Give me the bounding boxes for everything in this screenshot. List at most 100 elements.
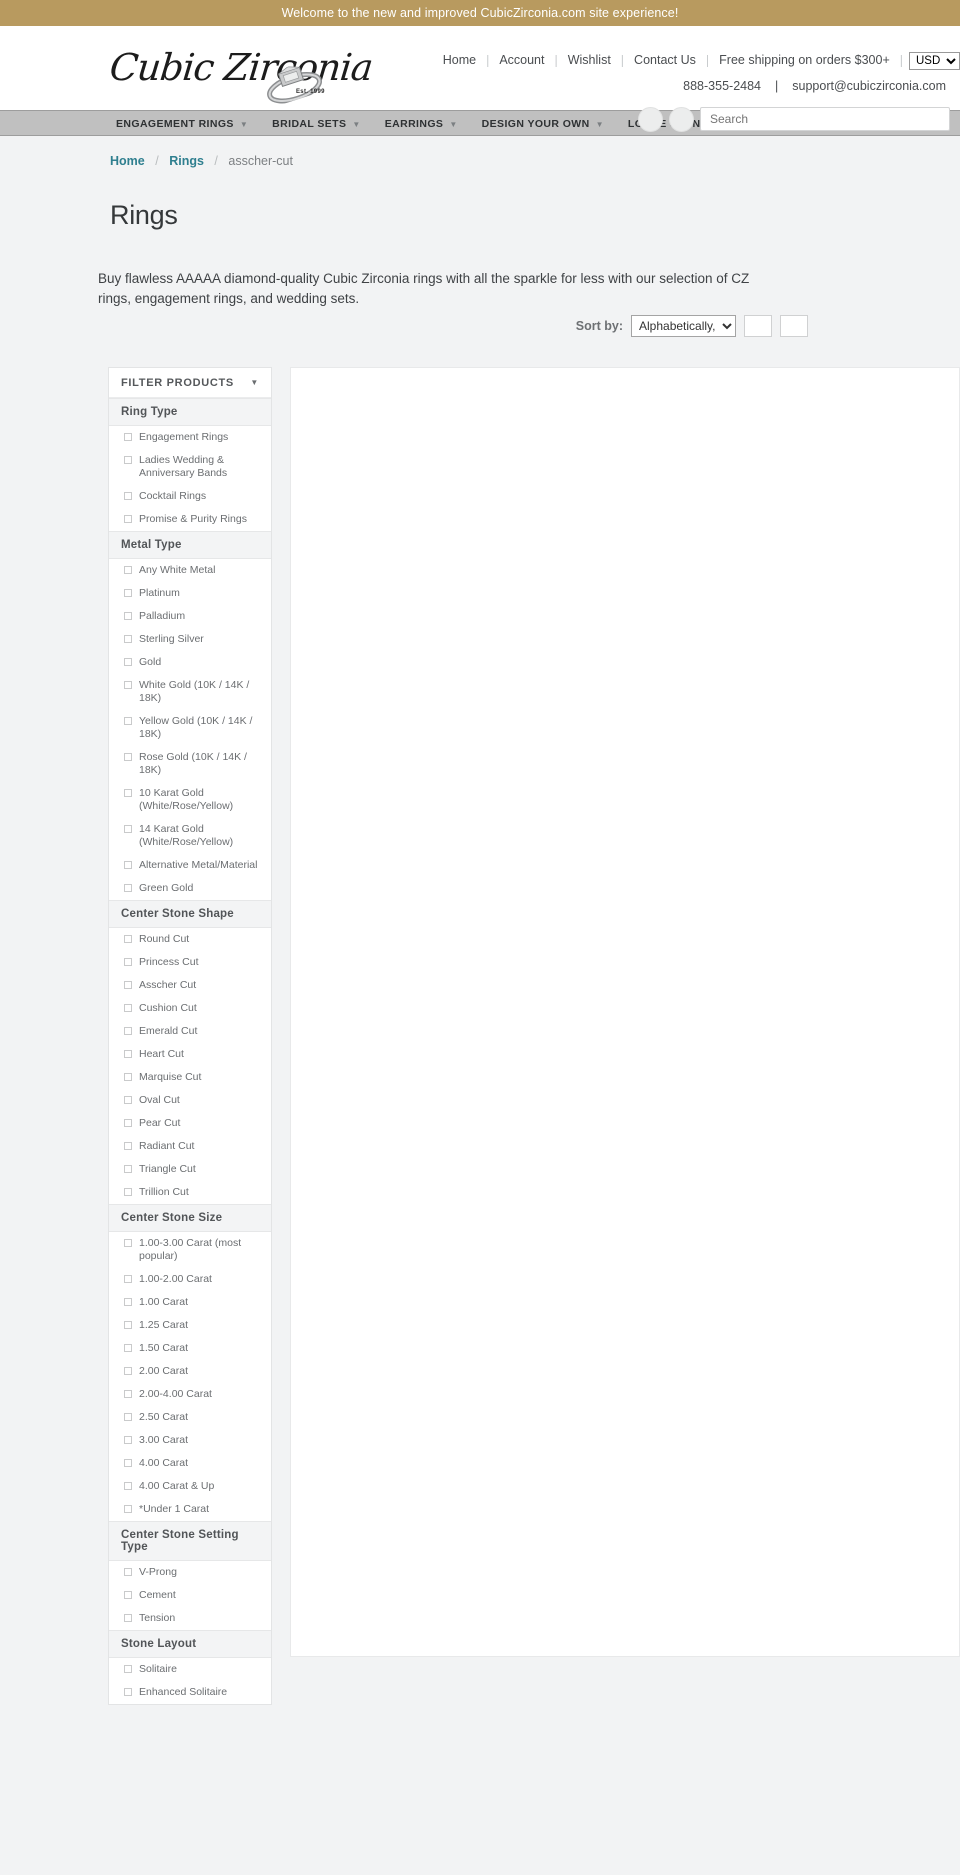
- view-list-button[interactable]: [780, 315, 808, 338]
- filter-option[interactable]: Cement: [109, 1584, 271, 1607]
- filter-option[interactable]: Asscher Cut: [109, 974, 271, 997]
- filter-option[interactable]: 4.00 Carat: [109, 1452, 271, 1475]
- checkbox-icon[interactable]: [124, 861, 132, 870]
- checkbox-icon[interactable]: [124, 1413, 132, 1422]
- filter-option[interactable]: *Under 1 Carat: [109, 1498, 271, 1521]
- checkbox-icon[interactable]: [124, 1591, 132, 1600]
- filter-option[interactable]: 2.50 Carat: [109, 1406, 271, 1429]
- search-input[interactable]: [700, 107, 950, 131]
- view-grid-button[interactable]: [744, 315, 772, 338]
- cart-icon[interactable]: [669, 107, 694, 132]
- filter-option[interactable]: Platinum: [109, 582, 271, 605]
- checkbox-icon[interactable]: [124, 1027, 132, 1036]
- email-link[interactable]: support@cubiczirconia.com: [778, 79, 960, 93]
- checkbox-icon[interactable]: [124, 433, 132, 442]
- checkbox-icon[interactable]: [124, 1096, 132, 1105]
- filter-option[interactable]: Triangle Cut: [109, 1158, 271, 1181]
- checkbox-icon[interactable]: [124, 1344, 132, 1353]
- filter-option[interactable]: 2.00-4.00 Carat: [109, 1383, 271, 1406]
- checkbox-icon[interactable]: [124, 681, 132, 690]
- filter-option[interactable]: 2.00 Carat: [109, 1360, 271, 1383]
- filter-option[interactable]: Oval Cut: [109, 1089, 271, 1112]
- checkbox-icon[interactable]: [124, 717, 132, 726]
- filter-option[interactable]: Sterling Silver: [109, 628, 271, 651]
- checkbox-icon[interactable]: [124, 753, 132, 762]
- filter-option[interactable]: 1.00-3.00 Carat (most popular): [109, 1232, 271, 1268]
- filter-option[interactable]: 1.25 Carat: [109, 1314, 271, 1337]
- filter-option[interactable]: Green Gold: [109, 877, 271, 900]
- sort-select[interactable]: Alphabetically, A-Z: [631, 315, 736, 338]
- filter-option[interactable]: Promise & Purity Rings: [109, 508, 271, 531]
- nav-item-earrings[interactable]: EARRINGS ▼: [385, 118, 482, 130]
- checkbox-icon[interactable]: [124, 1665, 132, 1674]
- filter-option[interactable]: Cocktail Rings: [109, 485, 271, 508]
- filter-option[interactable]: Trillion Cut: [109, 1181, 271, 1204]
- checkbox-icon[interactable]: [124, 789, 132, 798]
- filter-option[interactable]: Marquise Cut: [109, 1066, 271, 1089]
- checkbox-icon[interactable]: [124, 958, 132, 967]
- filter-option[interactable]: 14 Karat Gold (White/Rose/Yellow): [109, 818, 271, 854]
- currency-select[interactable]: USD: [909, 52, 960, 70]
- filter-products-header[interactable]: FILTER PRODUCTS ▼: [109, 368, 271, 399]
- checkbox-icon[interactable]: [124, 1004, 132, 1013]
- checkbox-icon[interactable]: [124, 935, 132, 944]
- checkbox-icon[interactable]: [124, 1505, 132, 1514]
- checkbox-icon[interactable]: [124, 1298, 132, 1307]
- checkbox-icon[interactable]: [124, 1165, 132, 1174]
- filter-option[interactable]: 1.00 Carat: [109, 1291, 271, 1314]
- filter-option[interactable]: Pear Cut: [109, 1112, 271, 1135]
- checkbox-icon[interactable]: [124, 612, 132, 621]
- link-account[interactable]: Account: [489, 53, 554, 67]
- filter-option[interactable]: Solitaire: [109, 1658, 271, 1681]
- filter-option[interactable]: Emerald Cut: [109, 1020, 271, 1043]
- checkbox-icon[interactable]: [124, 658, 132, 667]
- breadcrumb-home[interactable]: Home: [110, 154, 145, 168]
- checkbox-icon[interactable]: [124, 1436, 132, 1445]
- filter-option[interactable]: White Gold (10K / 14K / 18K): [109, 674, 271, 710]
- checkbox-icon[interactable]: [124, 1568, 132, 1577]
- filter-option[interactable]: Cushion Cut: [109, 997, 271, 1020]
- checkbox-icon[interactable]: [124, 492, 132, 501]
- nav-item-design-your-own[interactable]: DESIGN YOUR OWN ▼: [482, 118, 628, 130]
- checkbox-icon[interactable]: [124, 1119, 132, 1128]
- checkbox-icon[interactable]: [124, 566, 132, 575]
- nav-item-engagement-rings[interactable]: ENGAGEMENT RINGS ▼: [116, 118, 272, 130]
- checkbox-icon[interactable]: [124, 456, 132, 465]
- phone-link[interactable]: 888-355-2484: [669, 79, 775, 93]
- link-contact-us[interactable]: Contact Us: [624, 53, 706, 67]
- checkbox-icon[interactable]: [124, 589, 132, 598]
- checkbox-icon[interactable]: [124, 1239, 132, 1248]
- checkbox-icon[interactable]: [124, 1142, 132, 1151]
- filter-option[interactable]: 1.00-2.00 Carat: [109, 1268, 271, 1291]
- account-icon[interactable]: [638, 107, 663, 132]
- filter-option[interactable]: Tension: [109, 1607, 271, 1630]
- link-free-shipping[interactable]: Free shipping on orders $300+: [709, 53, 900, 67]
- filter-option[interactable]: 3.00 Carat: [109, 1429, 271, 1452]
- filter-option[interactable]: Palladium: [109, 605, 271, 628]
- checkbox-icon[interactable]: [124, 1614, 132, 1623]
- filter-option[interactable]: Rose Gold (10K / 14K / 18K): [109, 746, 271, 782]
- nav-item-bridal-sets[interactable]: BRIDAL SETS ▼: [272, 118, 385, 130]
- filter-option[interactable]: Yellow Gold (10K / 14K / 18K): [109, 710, 271, 746]
- filter-option[interactable]: 4.00 Carat & Up: [109, 1475, 271, 1498]
- checkbox-icon[interactable]: [124, 1367, 132, 1376]
- filter-option[interactable]: Gold: [109, 651, 271, 674]
- checkbox-icon[interactable]: [124, 1050, 132, 1059]
- logo[interactable]: Cubic Zirconia Est. 1999: [108, 36, 374, 104]
- checkbox-icon[interactable]: [124, 635, 132, 644]
- checkbox-icon[interactable]: [124, 1459, 132, 1468]
- checkbox-icon[interactable]: [124, 1073, 132, 1082]
- filter-option[interactable]: Radiant Cut: [109, 1135, 271, 1158]
- checkbox-icon[interactable]: [124, 1275, 132, 1284]
- filter-option[interactable]: Round Cut: [109, 928, 271, 951]
- filter-option[interactable]: Heart Cut: [109, 1043, 271, 1066]
- filter-option[interactable]: Any White Metal: [109, 559, 271, 582]
- filter-option[interactable]: 10 Karat Gold (White/Rose/Yellow): [109, 782, 271, 818]
- link-wishlist[interactable]: Wishlist: [558, 53, 621, 67]
- filter-option[interactable]: Princess Cut: [109, 951, 271, 974]
- breadcrumb-rings[interactable]: Rings: [169, 154, 204, 168]
- checkbox-icon[interactable]: [124, 1390, 132, 1399]
- checkbox-icon[interactable]: [124, 981, 132, 990]
- checkbox-icon[interactable]: [124, 515, 132, 524]
- checkbox-icon[interactable]: [124, 825, 132, 834]
